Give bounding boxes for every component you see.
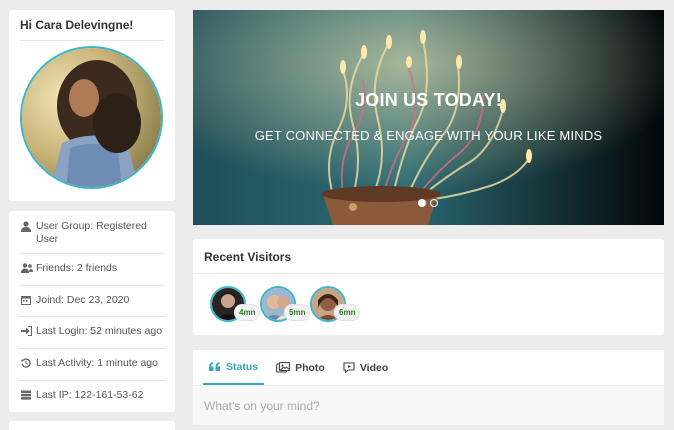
hero-title: JOIN US TODAY! (355, 90, 502, 110)
status-input[interactable] (193, 385, 664, 425)
post-composer: Status Photo Video (193, 350, 664, 425)
last-ip-row: Last IP: 122-161-53-62 (19, 381, 165, 412)
hero-image (193, 10, 664, 225)
tab-photo[interactable]: Photo (270, 350, 331, 385)
last-login-row: Last Login: 52 minutes ago (19, 317, 165, 349)
hero-subtitle: GET CONNECTED & ENGAGE WITH YOUR LIKE MI… (254, 128, 603, 143)
profile-divider (20, 40, 164, 41)
profile-greeting: Hi Cara Delevingne! (20, 18, 134, 32)
next-card-stub (9, 421, 175, 430)
friends-row: Friends: 2 friends (19, 254, 165, 286)
joined-row: Joind: Dec 23, 2020 (19, 286, 165, 318)
quote-icon (209, 362, 221, 371)
server-icon (21, 390, 33, 404)
last-activity-row: Last Activity: 1 minute ago (19, 349, 165, 381)
carousel-dot-1[interactable] (418, 199, 426, 207)
tab-video-label: Video (359, 361, 389, 374)
avatar-photo (22, 48, 161, 187)
last-login-text: Last Login: 52 minutes ago (36, 325, 163, 338)
tab-video[interactable]: Video (337, 350, 394, 385)
user-icon (21, 221, 33, 236)
friends-text: Friends: 2 friends (36, 262, 118, 275)
last-ip-text: Last IP: 122-161-53-62 (36, 388, 144, 401)
user-info-card: User Group: Registered User Friends: 2 f… (9, 211, 175, 412)
tab-photo-label: Photo (295, 361, 325, 374)
photo-icon (276, 362, 291, 373)
visitor-time-badge: 4mn (234, 304, 261, 321)
tab-status-label: Status (226, 360, 259, 373)
visitor-time-badge: 6mn (334, 304, 361, 321)
visitor-item[interactable]: 6mn (310, 286, 361, 322)
user-group-row: User Group: Registered User (19, 211, 165, 255)
recent-visitors-heading: Recent Visitors (193, 239, 664, 274)
composer-tabs: Status Photo Video (193, 350, 664, 385)
recent-visitors-card: Recent Visitors 4mn 5mn 6mn (193, 239, 664, 335)
user-group-text: User Group: Registered User (36, 220, 147, 245)
hero-carousel[interactable]: JOIN US TODAY! GET CONNECTED & ENGAGE WI… (193, 10, 664, 225)
visitor-item[interactable]: 5mn (260, 286, 311, 322)
calendar-icon (21, 295, 33, 309)
profile-avatar[interactable] (20, 46, 163, 189)
sign-in-icon (21, 326, 33, 340)
users-icon (21, 263, 33, 277)
last-activity-text: Last Activity: 1 minute ago (36, 356, 158, 369)
visitor-time-badge: 5mn (284, 304, 311, 321)
tab-status[interactable]: Status (203, 350, 265, 385)
history-icon (21, 358, 33, 372)
video-icon (343, 362, 355, 373)
carousel-dot-2[interactable] (430, 199, 438, 207)
joined-text: Joind: Dec 23, 2020 (36, 293, 130, 306)
profile-card: Hi Cara Delevingne! (9, 10, 175, 201)
visitor-item[interactable]: 4mn (210, 286, 261, 322)
